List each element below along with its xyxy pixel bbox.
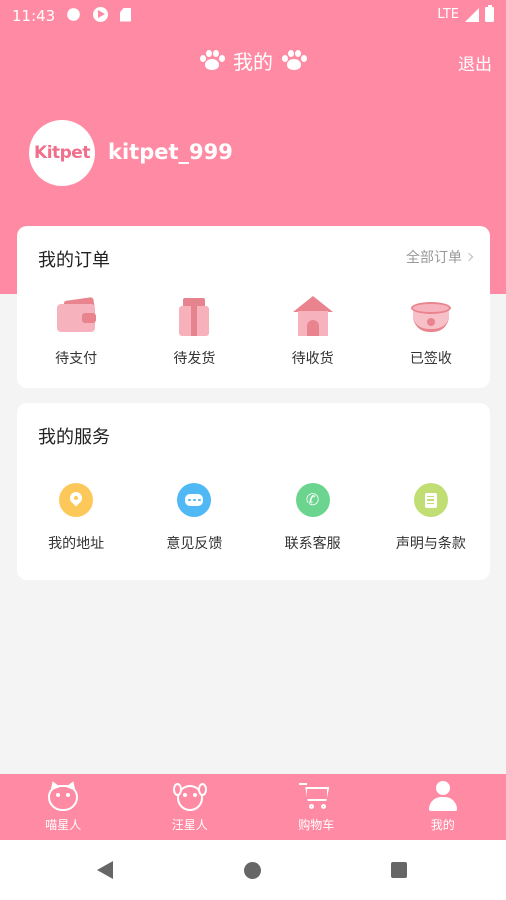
order-pending-shipment[interactable]: 待发货 — [135, 294, 253, 368]
order-status-label: 待支付 — [55, 351, 98, 367]
service-my-address[interactable]: 我的地址 — [17, 483, 135, 553]
username: kitpet_999 — [108, 140, 233, 164]
system-navigation-bar — [0, 840, 506, 900]
service-terms[interactable]: 声明与条款 — [372, 483, 490, 553]
battery-icon — [485, 5, 494, 22]
person-icon — [426, 780, 460, 812]
service-label: 声明与条款 — [395, 536, 466, 552]
tab-label: 我的 — [430, 818, 455, 832]
pet-bowl-icon — [409, 294, 453, 338]
service-contact-support[interactable]: ✆ 联系客服 — [254, 483, 372, 553]
tab-me[interactable]: 我的 — [380, 774, 506, 840]
dog-icon — [172, 780, 207, 812]
pet-house-icon — [291, 294, 335, 338]
services-title: 我的服务 — [38, 427, 110, 448]
all-orders-link[interactable]: 全部订单 — [406, 247, 474, 267]
avatar[interactable]: Kitpet — [29, 120, 95, 186]
signal-icon — [465, 7, 479, 22]
my-orders-card: 我的订单 全部订单 待支付 待发货 待收货 已签收 — [17, 226, 490, 388]
back-icon[interactable] — [97, 861, 113, 879]
service-label: 联系客服 — [284, 536, 341, 552]
kitpet-logo: Kitpet — [34, 143, 90, 163]
home-icon[interactable] — [244, 862, 261, 879]
page-title: 我的 — [233, 50, 273, 74]
tab-label: 购物车 — [298, 818, 335, 832]
phone-icon: ✆ — [295, 483, 330, 517]
order-received[interactable]: 已签收 — [372, 294, 490, 368]
bottom-tab-bar: 喵星人 汪星人 购物车 我的 — [0, 774, 506, 840]
order-status-label: 待收货 — [291, 351, 334, 367]
sd-card-icon — [120, 7, 131, 22]
title-bar: 我的 退出 — [0, 42, 506, 82]
services-grid: 我的地址 意见反馈 ✆ 联系客服 声明与条款 — [17, 483, 490, 553]
settings-gear-icon — [67, 8, 80, 21]
tab-cart[interactable]: 购物车 — [253, 774, 380, 840]
cart-icon — [299, 780, 333, 812]
status-time: 11:43 — [12, 7, 56, 25]
status-indicators: LTE — [437, 5, 494, 22]
status-notification-icons — [66, 7, 131, 22]
page-title-group: 我的 — [0, 46, 506, 75]
service-feedback[interactable]: 意见反馈 — [135, 483, 253, 553]
my-services-card: 我的服务 我的地址 意见反馈 ✆ 联系客服 声明与条款 — [17, 403, 490, 580]
paw-icon — [281, 49, 307, 73]
play-icon — [93, 7, 108, 22]
tab-dogs[interactable]: 汪星人 — [127, 774, 254, 840]
order-status-label: 已签收 — [409, 351, 452, 367]
service-label: 意见反馈 — [166, 536, 223, 552]
tab-cats[interactable]: 喵星人 — [0, 774, 127, 840]
all-orders-label: 全部订单 — [406, 250, 462, 266]
network-type-label: LTE — [437, 7, 459, 22]
paw-icon — [199, 49, 225, 73]
order-status-grid: 待支付 待发货 待收货 已签收 — [17, 294, 490, 368]
chevron-right-icon — [464, 252, 474, 262]
package-icon — [172, 294, 216, 338]
service-label: 我的地址 — [48, 536, 105, 552]
order-status-label: 待发货 — [173, 351, 216, 367]
location-icon — [59, 483, 94, 517]
tab-label: 喵星人 — [45, 818, 82, 832]
order-pending-payment[interactable]: 待支付 — [17, 294, 135, 368]
orders-title: 我的订单 — [38, 250, 110, 271]
order-pending-receipt[interactable]: 待收货 — [254, 294, 372, 368]
cat-icon — [46, 779, 80, 812]
tab-label: 汪星人 — [171, 818, 208, 832]
document-icon — [413, 483, 448, 517]
recents-icon[interactable] — [391, 862, 407, 878]
wallet-icon — [54, 294, 98, 338]
status-bar: 11:43 LTE — [0, 0, 506, 32]
chat-bubble-icon — [177, 483, 212, 517]
logout-button[interactable]: 退出 — [458, 50, 492, 75]
